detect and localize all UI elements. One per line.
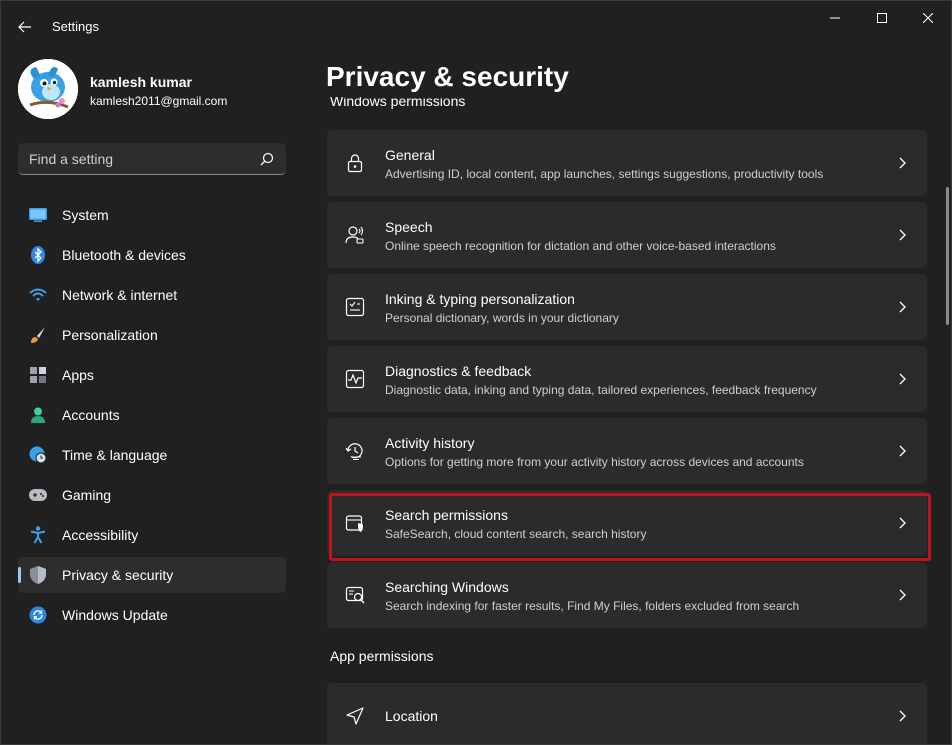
sidebar-item-label: Gaming — [62, 487, 112, 503]
sidebar-item-system[interactable]: System — [18, 197, 286, 233]
card-diagnostics-feedback[interactable]: Diagnostics & feedback Diagnostic data, … — [327, 346, 927, 412]
card-title: Speech — [385, 219, 433, 235]
wifi-icon — [29, 286, 47, 304]
chevron-right-icon — [897, 445, 907, 457]
searching-windows-icon — [345, 585, 365, 605]
settings-window: Settings kamlesh kumar kamlesh2011@gmail… — [0, 0, 952, 745]
sidebar-item-accounts[interactable]: Accounts — [18, 397, 286, 433]
sidebar-item-apps[interactable]: Apps — [18, 357, 286, 393]
lock-icon — [345, 153, 365, 173]
diagnostics-icon — [345, 369, 365, 389]
card-subtitle: Advertising ID, local content, app launc… — [385, 167, 824, 181]
card-subtitle: Online speech recognition for dictation … — [385, 239, 776, 253]
sidebar-item-bluetooth[interactable]: Bluetooth & devices — [18, 237, 286, 273]
card-activity-history[interactable]: Activity history Options for getting mor… — [327, 418, 927, 484]
close-button[interactable] — [906, 1, 950, 35]
app-title: Settings — [52, 19, 99, 34]
sidebar-item-windows-update[interactable]: Windows Update — [18, 597, 286, 633]
monitor-icon — [29, 206, 47, 224]
sidebar-item-label: Accessibility — [62, 527, 139, 543]
card-title: Search permissions — [385, 507, 508, 523]
chevron-right-icon — [897, 157, 907, 169]
card-general[interactable]: General Advertising ID, local content, a… — [327, 130, 927, 196]
scrollbar-thumb[interactable] — [946, 187, 949, 325]
brush-icon — [29, 326, 47, 344]
maximize-icon — [877, 13, 887, 23]
globe-clock-icon — [29, 446, 47, 464]
chevron-right-icon — [897, 301, 907, 313]
card-title: General — [385, 147, 435, 163]
accessibility-icon — [29, 526, 47, 544]
speech-icon — [345, 225, 365, 245]
minimize-button[interactable] — [813, 1, 857, 35]
sidebar-item-label: Apps — [62, 367, 94, 383]
sidebar-item-label: Accounts — [62, 407, 120, 423]
update-icon — [29, 606, 47, 624]
card-inking-typing[interactable]: Inking & typing personalization Personal… — [327, 274, 927, 340]
card-subtitle: Options for getting more from your activ… — [385, 455, 804, 469]
card-location[interactable]: Location — [327, 683, 927, 744]
card-title: Location — [385, 708, 438, 724]
chevron-right-icon — [897, 373, 907, 385]
close-icon — [923, 13, 933, 23]
card-search-permissions[interactable]: Search permissions SafeSearch, cloud con… — [327, 490, 927, 556]
search-input[interactable] — [18, 143, 248, 174]
sidebar-item-gaming[interactable]: Gaming — [18, 477, 286, 513]
shield-icon — [29, 566, 47, 584]
maximize-button[interactable] — [860, 1, 904, 35]
person-icon — [29, 406, 47, 424]
sidebar-item-label: Bluetooth & devices — [62, 247, 186, 263]
search-icon[interactable] — [260, 152, 274, 166]
chevron-right-icon — [897, 517, 907, 529]
card-title: Inking & typing personalization — [385, 291, 575, 307]
sidebar-item-label: System — [62, 207, 109, 223]
card-subtitle: Search indexing for faster results, Find… — [385, 599, 800, 613]
sidebar-item-label: Privacy & security — [62, 567, 174, 583]
sidebar-item-accessibility[interactable]: Accessibility — [18, 517, 286, 553]
section-label-windows-permissions: Windows permissions — [330, 97, 465, 109]
avatar[interactable] — [18, 59, 78, 119]
card-subtitle: Diagnostic data, inking and typing data,… — [385, 383, 817, 397]
apps-icon — [29, 366, 47, 384]
user-email: kamlesh2011@gmail.com — [90, 94, 228, 108]
sidebar-item-label: Network & internet — [62, 287, 178, 303]
card-speech[interactable]: Speech Online speech recognition for dic… — [327, 202, 927, 268]
inking-icon — [345, 297, 365, 317]
bluetooth-icon — [29, 246, 47, 264]
sidebar-item-label: Time & language — [62, 447, 168, 463]
card-subtitle: SafeSearch, cloud content search, search… — [385, 527, 647, 541]
location-icon — [345, 706, 365, 726]
page-title: Privacy & security — [326, 61, 569, 92]
sidebar-item-privacy-security[interactable]: Privacy & security — [18, 557, 286, 593]
card-title: Diagnostics & feedback — [385, 363, 532, 379]
chevron-right-icon — [897, 710, 907, 722]
back-button[interactable] — [11, 13, 39, 41]
sidebar-item-personalization[interactable]: Personalization — [18, 317, 286, 353]
sidebar-item-label: Personalization — [62, 327, 158, 343]
arrow-left-icon — [18, 21, 32, 33]
search-box — [18, 143, 286, 175]
card-title: Activity history — [385, 435, 475, 451]
minimize-icon — [830, 17, 840, 19]
sidebar-item-label: Windows Update — [62, 607, 168, 623]
chevron-right-icon — [897, 229, 907, 241]
card-title: Searching Windows — [385, 579, 509, 595]
card-subtitle: Personal dictionary, words in your dicti… — [385, 311, 619, 325]
sidebar-item-time-language[interactable]: Time & language — [18, 437, 286, 473]
section-label-text: Windows permissions — [330, 97, 466, 109]
user-name: kamlesh kumar — [90, 74, 192, 90]
chevron-right-icon — [897, 589, 907, 601]
history-icon — [345, 441, 365, 461]
section-label-app-permissions: App permissions — [330, 648, 434, 664]
search-permissions-icon — [345, 513, 365, 533]
sidebar-nav: System Bluetooth & devices Network & int… — [18, 197, 286, 637]
title-bar: Settings — [1, 1, 951, 49]
sidebar-item-network[interactable]: Network & internet — [18, 277, 286, 313]
gamepad-icon — [29, 486, 47, 504]
card-searching-windows[interactable]: Searching Windows Search indexing for fa… — [327, 562, 927, 628]
bird-avatar-icon — [18, 59, 78, 119]
